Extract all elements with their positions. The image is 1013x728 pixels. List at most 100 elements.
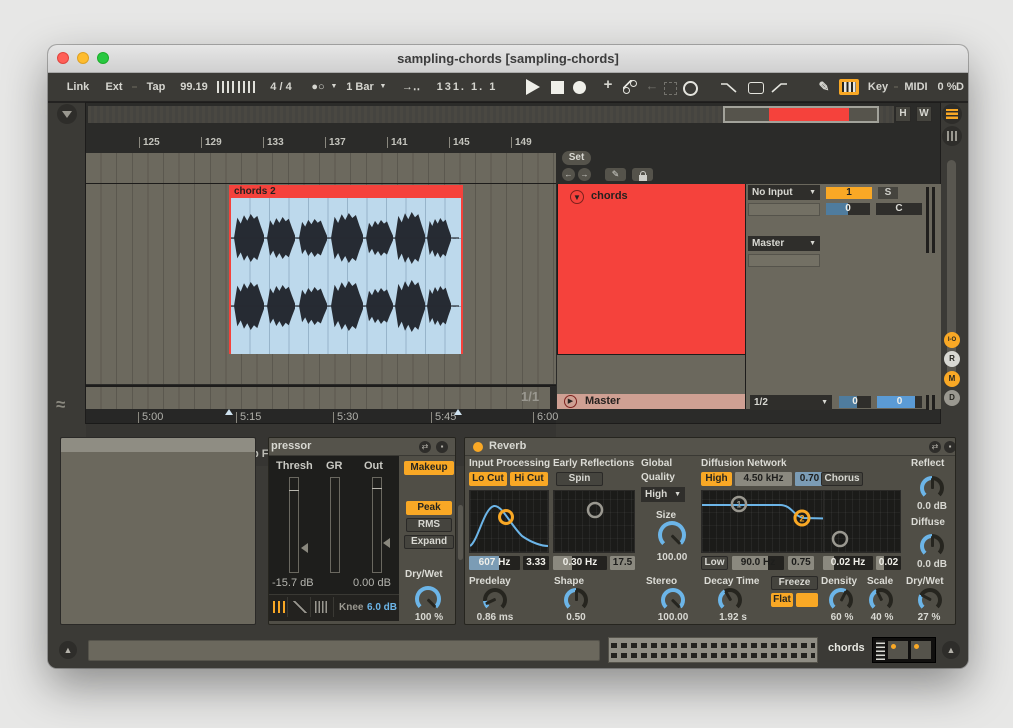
punch-in-icon[interactable] [720,81,738,94]
peak-button[interactable]: Peak [406,501,452,515]
follow-icon[interactable]: →‥ [398,79,424,95]
computer-midi-keyboard-icon[interactable] [839,79,859,95]
returns-section-toggle[interactable]: R [944,351,960,367]
nudge-up-icon[interactable] [238,81,255,93]
knee-value[interactable]: 6.0 dB [367,602,397,613]
lf-amount-value[interactable]: 0.75 [788,556,814,570]
spin-display[interactable] [553,490,635,553]
size-value[interactable]: 100.00 [649,552,695,563]
stereo-knob[interactable] [661,588,685,612]
time-signature-field[interactable]: 4 / 4 [260,79,302,95]
draw-mode-pencil-icon[interactable]: ✎ [816,79,832,95]
activity-view-icon[interactable] [315,601,327,613]
reverb-drywet-value[interactable]: 27 % [913,612,945,623]
io-section-toggle[interactable]: I-O [944,332,960,348]
mixer-section-toggle[interactable]: M [944,371,960,387]
back-to-arrangement-icon[interactable]: ← [645,78,659,94]
chorus-rate-value[interactable]: 0.02 Hz [823,556,873,570]
chorus-display[interactable] [823,490,901,553]
show-detail-toggle-icon[interactable]: ▲ [942,641,960,659]
expand-button[interactable]: Expand [404,535,454,549]
hi-cut-button[interactable]: Hi Cut [510,472,548,486]
output-meter[interactable] [372,477,382,573]
master-volume-control[interactable]: 0 [877,396,922,408]
freeze-button[interactable]: Freeze [771,576,818,590]
output-routing-chooser[interactable]: ▼Master [748,236,820,251]
pencil-icon[interactable]: ✎ [605,168,626,181]
clip-title-bar[interactable]: chords 2 [229,185,463,198]
transfer-curve-view-icon[interactable] [293,601,307,613]
threshold-handle-icon[interactable] [301,543,308,553]
show-info-toggle-icon[interactable]: ▲ [59,641,77,659]
track-name[interactable]: chords [591,190,628,202]
crossfade-assign-button[interactable]: C [876,203,922,215]
shape-value[interactable]: 0.50 [559,612,593,623]
track-activator-button[interactable]: 1 [826,187,872,199]
master-output-chooser[interactable]: ▼1/2 [750,395,832,410]
session-view-toggle-icon[interactable] [942,126,962,146]
diffuse-value[interactable]: 0.0 dB [911,559,953,570]
lf-freq-value[interactable]: 90.0 Hz [732,556,784,570]
shape-knob[interactable] [564,588,588,612]
reverb-title-bar[interactable]: Reverb ⇄ ▪ [465,438,955,456]
diffuse-knob[interactable] [920,534,944,558]
input-q-value[interactable]: 3.33 [523,556,549,570]
master-play-icon[interactable]: ▶ [564,395,577,408]
audio-clip[interactable]: chords 2 [229,185,463,354]
link-button[interactable]: Link [62,79,94,95]
record-button[interactable] [573,81,586,94]
set-button[interactable]: Set [562,151,591,165]
key-map-button[interactable]: Key [864,79,892,95]
cut-button[interactable] [796,593,818,607]
tap-tempo-button[interactable]: Tap [141,79,171,95]
browser-toggle-icon[interactable] [57,104,77,124]
hot-swap-icon[interactable]: ⇄ [419,441,431,453]
arrangement-overview[interactable] [88,106,894,123]
lock-icon[interactable] [632,168,653,181]
input-freq-value[interactable]: 607 Hz [469,556,520,570]
metronome-icon[interactable]: ●○ [306,79,330,95]
overdub-icon[interactable] [683,81,698,96]
metronome-caret-icon[interactable]: ▼ [330,79,338,95]
compressor-drywet-value[interactable]: 100 % [406,612,452,623]
quantization-caret-icon[interactable]: ▼ [379,79,387,95]
capture-midi-icon[interactable] [623,80,637,94]
reflect-value[interactable]: 0.0 dB [911,501,953,512]
chorus-button[interactable]: Chorus [821,472,863,486]
scrub-area[interactable] [86,153,556,184]
optimize-height-button[interactable]: H [895,106,911,122]
clip-overview-thumbnail[interactable] [608,637,818,663]
track-header-chords[interactable]: ▼ chords [557,184,745,354]
lo-cut-button[interactable]: Lo Cut [469,472,507,486]
predelay-knob[interactable] [483,588,507,612]
quality-chooser[interactable]: ▼High [641,487,685,502]
makeup-button[interactable]: Makeup [404,461,454,475]
master-track-header[interactable]: ▶ Master [557,394,745,409]
size-knob[interactable] [658,521,686,549]
bottom-scrub-strip[interactable] [86,386,550,409]
loop-start-marker[interactable] [225,409,233,415]
stop-button[interactable] [551,81,564,94]
spin-rate-value[interactable]: 0.30 Hz [553,556,607,570]
compressor-drywet-knob[interactable] [415,586,441,612]
prev-marker-icon[interactable]: ← [562,168,575,181]
compressor-title-bar[interactable]: pressor ⇄ ▪ [269,438,455,456]
input-channel-chooser[interactable] [748,203,820,216]
overview-viewport[interactable] [723,106,879,123]
ext-button[interactable]: Ext [100,79,128,95]
output-channel-chooser[interactable] [748,254,820,267]
decay-time-value[interactable]: 1.92 s [715,612,751,623]
chorus-amount-value[interactable]: 0.02 [876,556,901,570]
stereo-value[interactable]: 100.00 [649,612,697,623]
device-chain-scroll-handle[interactable] [458,505,463,560]
predelay-value[interactable]: 0.86 ms [469,612,521,623]
decay-time-knob[interactable] [718,588,742,612]
next-marker-icon[interactable]: → [578,168,591,181]
output-handle-icon[interactable] [383,538,390,548]
play-button[interactable] [526,79,540,95]
reverb-drywet-knob[interactable] [918,588,942,612]
input-filter-display[interactable] [469,490,549,553]
input-routing-chooser[interactable]: ▼No Input [748,185,820,200]
collapsed-view-icon[interactable] [273,601,285,613]
flat-button[interactable]: Flat [771,593,793,607]
